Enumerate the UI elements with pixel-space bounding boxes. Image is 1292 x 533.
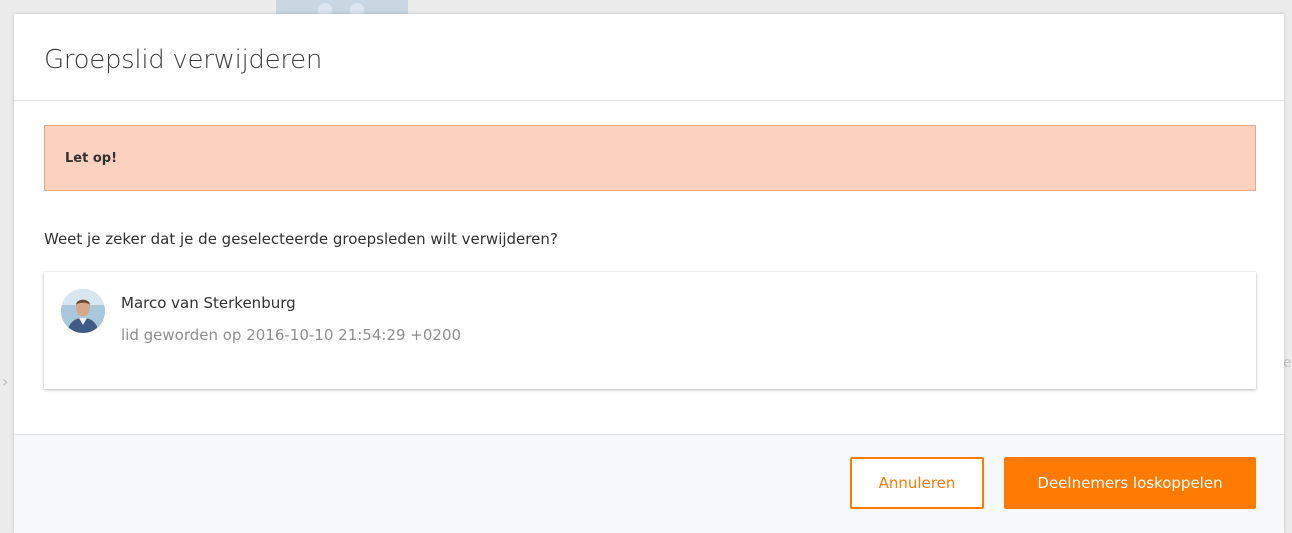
dialog-title: Groepslid verwijderen <box>44 45 323 75</box>
alert-title: Let op! <box>65 151 118 166</box>
disconnect-members-button[interactable]: Deelnemers loskoppelen <box>1004 457 1256 509</box>
remove-member-dialog: Groepslid verwijderen Let op! Weet je ze… <box>14 14 1284 533</box>
backdrop-image-strip <box>276 0 408 17</box>
user-photo-icon <box>61 289 105 333</box>
chevron-right-icon: › <box>2 372 9 391</box>
cancel-button[interactable]: Annuleren <box>850 457 984 509</box>
member-card: Marco van Sterkenburg lid geworden op 20… <box>44 272 1256 389</box>
member-name: Marco van Sterkenburg <box>121 294 296 312</box>
backdrop-edge-glyph: e <box>1283 355 1292 371</box>
dialog-header: Groepslid verwijderen <box>14 14 1284 101</box>
warning-alert: Let op! <box>44 125 1256 191</box>
member-joined-date: lid geworden op 2016-10-10 21:54:29 +020… <box>121 326 462 344</box>
confirmation-message: Weet je zeker dat je de geselecteerde gr… <box>44 230 558 248</box>
avatar <box>61 289 105 333</box>
dialog-footer: Annuleren Deelnemers loskoppelen <box>14 434 1284 533</box>
